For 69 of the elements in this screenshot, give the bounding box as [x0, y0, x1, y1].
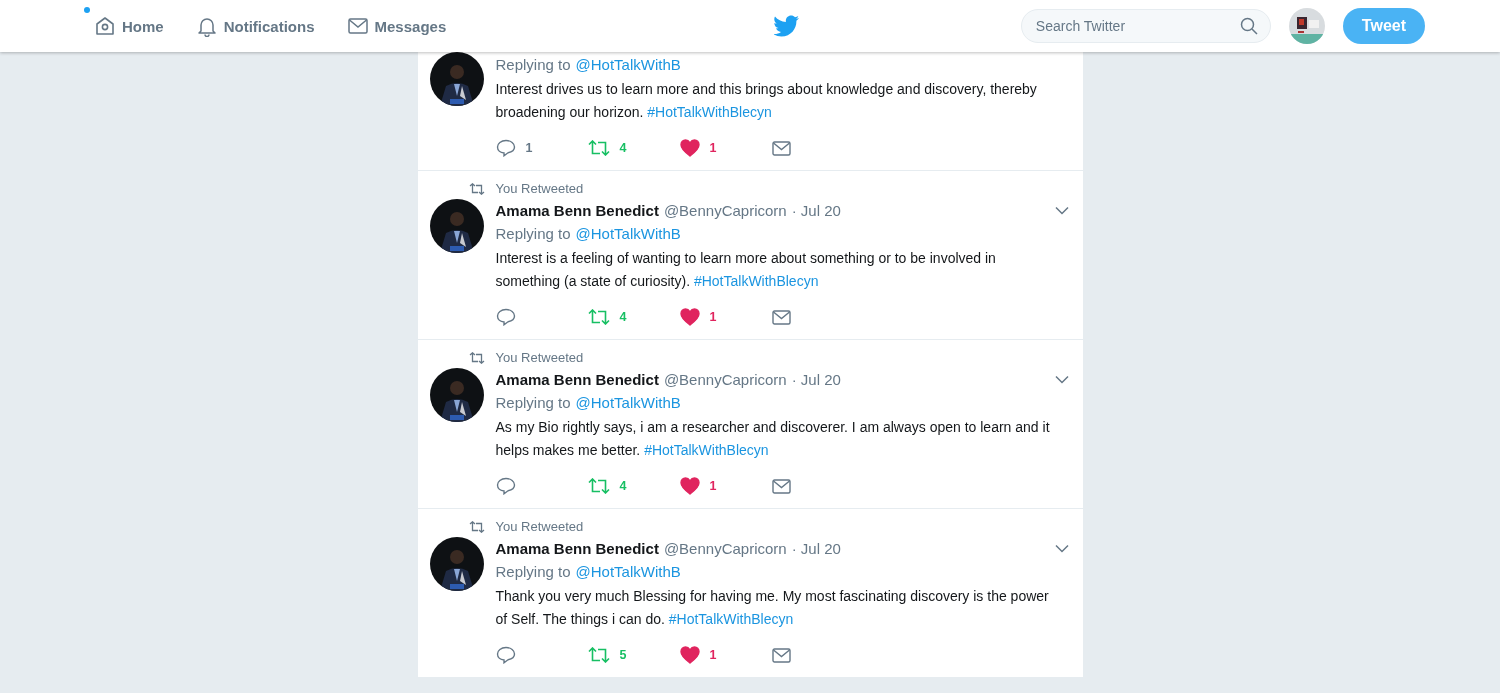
hashtag-link[interactable]: #HotTalkWithBlecyn: [644, 442, 769, 458]
author-name[interactable]: Amama Benn Benedict: [495, 201, 659, 219]
tweet-date[interactable]: · Jul 20: [791, 539, 841, 557]
search-icon: [1239, 17, 1258, 35]
retweeted-label: You Retweeted: [495, 181, 584, 196]
tweet-text: Interest drives us to learn more and this brings about knowledge and discovery, thereby broadening our horizon. #HotTalkWithBlecyn: [495, 80, 1038, 122]
mention-link[interactable]: @HotTalkWithB: [575, 56, 681, 73]
tweet-date[interactable]: · Jul 20: [791, 201, 841, 219]
caret-icon[interactable]: [1054, 374, 1069, 384]
tweet-text: Thank you very much Blessing for having me. My most fascinating discovery is the power of Self. The things i can do. #HotTalkWithBlecyn: [495, 587, 1050, 629]
retweet-count: 4: [619, 479, 627, 493]
author-name[interactable]: Amama Benn Benedict: [495, 539, 659, 557]
retweet-icon[interactable]: [587, 647, 610, 663]
mail-icon[interactable]: [771, 647, 791, 663]
heart-icon[interactable]: [679, 646, 700, 664]
nav-tab[interactable]: Home: [94, 15, 164, 37]
hashtag-link[interactable]: #HotTalkWithBlecyn: [647, 104, 772, 120]
search-field[interactable]: Search Twitter: [1020, 9, 1271, 43]
mention-link[interactable]: @HotTalkWithB: [575, 563, 681, 580]
reply-icon[interactable]: [495, 646, 516, 664]
mail-icon[interactable]: [771, 309, 791, 325]
nav-tab[interactable]: Messages: [346, 15, 447, 37]
reply-icon[interactable]: [495, 477, 516, 495]
mention-link[interactable]: @HotTalkWithB: [575, 225, 681, 242]
reply-icon[interactable]: [495, 139, 516, 157]
bell-icon: [195, 15, 218, 37]
retweet-icon: [468, 520, 485, 533]
mention-link[interactable]: @HotTalkWithB: [575, 394, 681, 411]
retweet-icon: [468, 351, 485, 364]
retweeted-label: You Retweeted: [495, 350, 584, 365]
retweet-count: 4: [619, 310, 627, 324]
caret-icon[interactable]: [1054, 543, 1069, 553]
heart-icon[interactable]: [679, 308, 700, 326]
replying-label: Replying to: [495, 563, 571, 580]
retweet-icon[interactable]: [587, 140, 610, 156]
bird-logo-icon[interactable]: [774, 15, 800, 37]
retweet-icon: [468, 182, 485, 195]
retweet-count: 5: [619, 648, 627, 662]
mail-icon[interactable]: [771, 478, 791, 494]
author-name[interactable]: Amama Benn Benedict: [495, 370, 659, 388]
mail-icon[interactable]: [771, 140, 791, 156]
tweet-text: As my Bio rightly says, i am a researcher and discoverer. I am always open to learn and it helps makes me better. #HotTalkWithBlecyn: [495, 418, 1051, 460]
retweet-count: 4: [619, 141, 627, 155]
heart-icon[interactable]: [679, 139, 700, 157]
like-count: 1: [709, 141, 717, 155]
like-count: 1: [709, 310, 717, 324]
author-handle[interactable]: @BennyCapricorn: [663, 370, 787, 388]
retweet-icon[interactable]: [587, 478, 610, 494]
replying-label: Replying to: [495, 225, 571, 242]
home-icon: [94, 15, 116, 37]
replying-label: Replying to: [495, 394, 571, 411]
like-count: 1: [709, 479, 717, 493]
reply-icon[interactable]: [495, 308, 516, 326]
author-handle[interactable]: @BennyCapricorn: [663, 201, 787, 219]
replying-label: Replying to: [495, 56, 571, 73]
reply-count: 1: [525, 141, 533, 155]
retweet-icon[interactable]: [587, 309, 610, 325]
caret-icon[interactable]: [1054, 205, 1069, 215]
tweet-button[interactable]: Tweet: [1342, 8, 1425, 44]
hashtag-link[interactable]: #HotTalkWithBlecyn: [668, 611, 794, 627]
author-handle[interactable]: @BennyCapricorn: [663, 539, 787, 557]
hashtag-link[interactable]: #HotTalkWithBlecyn: [693, 273, 819, 289]
mail-icon: [346, 15, 369, 37]
heart-icon[interactable]: [679, 477, 700, 495]
tweet-date[interactable]: · Jul 20: [791, 370, 841, 388]
nav-tab[interactable]: Notifications: [195, 15, 315, 37]
like-count: 1: [709, 648, 717, 662]
tweet-text: Interest is a feeling of wanting to learn more about something or to be involved in something (a state of curiosity). #HotTalkWithBlecyn: [495, 249, 997, 291]
retweeted-label: You Retweeted: [495, 519, 584, 534]
